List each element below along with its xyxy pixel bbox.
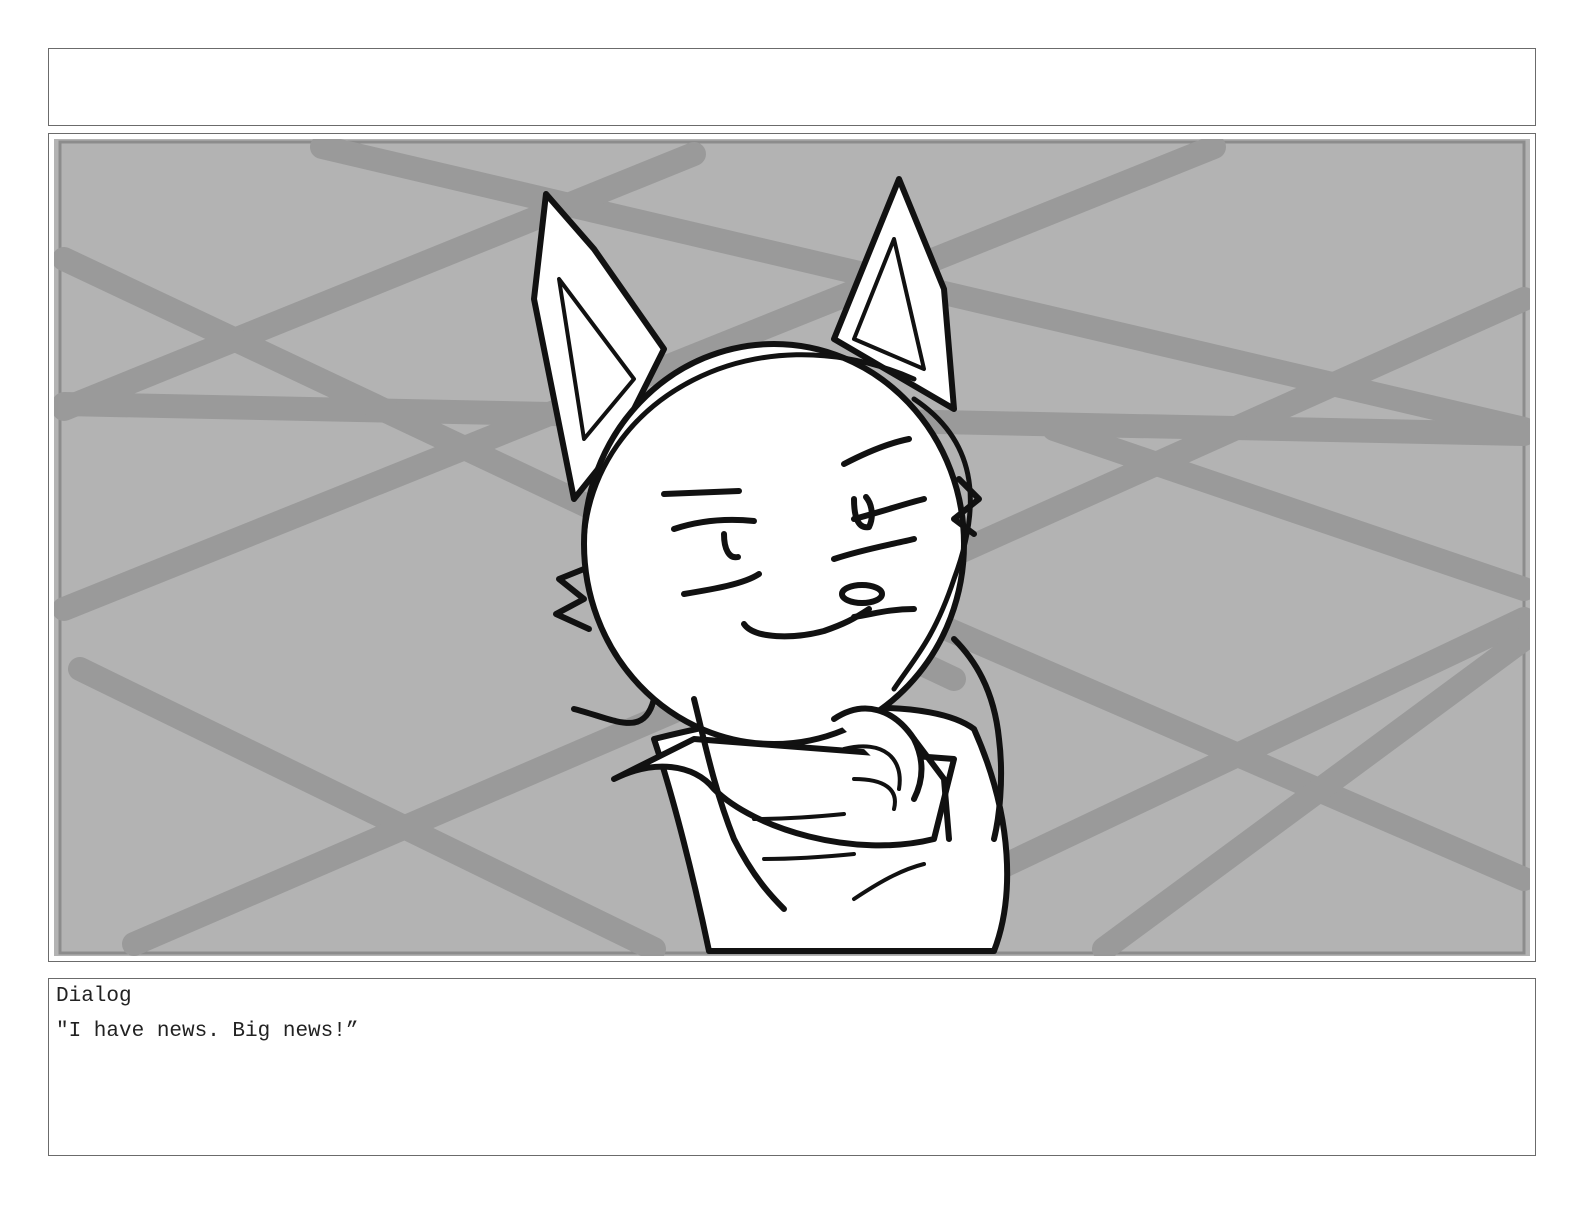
dialog-label: Dialog — [56, 985, 132, 1008]
storyboard-panel — [48, 133, 1536, 962]
scene-header-box — [48, 48, 1536, 126]
panel-illustration — [54, 139, 1530, 956]
panel-drawing — [54, 139, 1530, 956]
dialog-text: "I have news. Big news!” — [56, 1020, 359, 1043]
dialog-box: Dialog "I have news. Big news!” — [48, 978, 1536, 1156]
